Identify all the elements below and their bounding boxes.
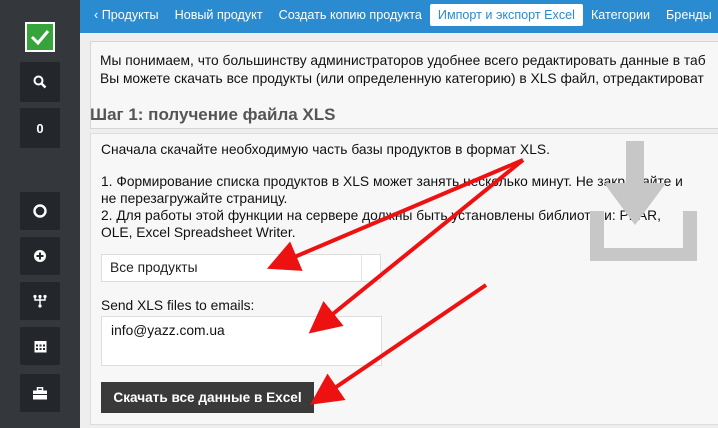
- briefcase-icon: [33, 386, 47, 399]
- category-select-value: Все продукты: [110, 260, 198, 275]
- note-2-line-2: OLE, Excel Spreadsheet Writer.: [101, 225, 296, 240]
- tab-new-product[interactable]: Новый продукт: [167, 4, 271, 26]
- email-textarea[interactable]: info@yazz.com.ua: [101, 316, 382, 366]
- orders-button[interactable]: [20, 374, 60, 412]
- step-intro: Сначала скачайте необходимую часть базы …: [101, 142, 550, 157]
- download-icon: [590, 141, 697, 261]
- download-excel-button[interactable]: Скачать все данные в Excel: [101, 382, 314, 413]
- calendar-button[interactable]: [20, 327, 60, 365]
- sitemap-icon: [33, 294, 47, 308]
- counter-value: 0: [36, 120, 44, 136]
- note-1-line-2: не перезагружайте страницу.: [101, 191, 288, 206]
- note-2-line-1: 2. Для работы этой функции на сервере до…: [101, 208, 661, 223]
- top-tab-bar: ‹ Продукты Новый продукт Создать копию п…: [80, 0, 718, 33]
- lifebuoy-icon: [33, 204, 47, 218]
- search-button[interactable]: [20, 62, 60, 102]
- search-icon: [33, 75, 47, 89]
- tabs: ‹ Продукты Новый продукт Создать копию п…: [86, 4, 718, 26]
- email-label: Send XLS files to emails:: [101, 298, 255, 313]
- add-button[interactable]: [20, 237, 60, 275]
- plus-circle-icon: [34, 250, 46, 262]
- sidebar: 0: [0, 0, 80, 428]
- step-title: Шаг 1: получение файла XLS: [90, 105, 336, 124]
- tab-copy-product[interactable]: Создать копию продукта: [271, 4, 430, 26]
- info-line-2: Вы можете скачать все продукты (или опре…: [100, 71, 704, 86]
- structure-button[interactable]: [20, 282, 60, 320]
- tab-brands[interactable]: Бренды: [658, 4, 718, 26]
- tab-products[interactable]: ‹ Продукты: [86, 4, 167, 26]
- calendar-icon: [34, 341, 46, 353]
- help-button[interactable]: [20, 192, 60, 230]
- counter-button[interactable]: 0: [20, 108, 60, 148]
- tab-categories[interactable]: Категории: [583, 4, 658, 26]
- logo-checkbox-icon[interactable]: [25, 22, 55, 52]
- email-value: info@yazz.com.ua: [111, 323, 225, 338]
- info-line-1: Мы понимаем, что большинству администрат…: [100, 53, 706, 68]
- category-select[interactable]: Все продукты: [101, 254, 381, 282]
- tab-import-export-excel[interactable]: Импорт и экспорт Excel: [429, 4, 583, 26]
- main-content: Мы понимаем, что большинству администрат…: [80, 33, 718, 428]
- step-panel: Сначала скачайте необходимую часть базы …: [90, 133, 718, 425]
- select-divider: [361, 255, 380, 281]
